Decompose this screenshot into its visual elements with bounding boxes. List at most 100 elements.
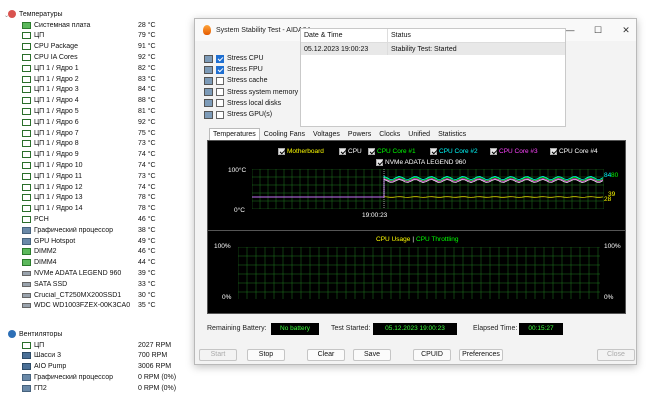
sensor-row[interactable]: ЦП 1 / Ядро 5 81 °C xyxy=(22,106,196,116)
sensor-row[interactable]: ЦП 1 / Ядро 3 84 °C xyxy=(22,85,196,95)
stress-option[interactable]: Stress cache xyxy=(204,75,267,86)
stability-test-window: System Stability Test - AIDA64 — ☐ ✕ Str… xyxy=(194,18,637,365)
sensor-row[interactable]: ГП2 0 RPM (0%) xyxy=(22,383,196,393)
tab-unified[interactable]: Unified xyxy=(404,128,434,140)
legend-checkbox[interactable] xyxy=(550,148,557,155)
sensor-row[interactable]: DIMM2 46 °C xyxy=(22,247,196,257)
tab-voltages[interactable]: Voltages xyxy=(309,128,344,140)
sensor-row[interactable]: ЦП 1 / Ядро 4 88 °C xyxy=(22,96,196,106)
legend-checkbox[interactable] xyxy=(430,148,437,155)
stress-checkbox[interactable] xyxy=(216,65,224,74)
sensor-row[interactable]: GPU Hotspot 49 °C xyxy=(22,236,196,246)
sensor-row[interactable]: ЦП 1 / Ядро 6 92 °C xyxy=(22,117,196,127)
legend-checkbox[interactable] xyxy=(368,148,375,155)
stress-option[interactable]: Stress CPU xyxy=(204,53,264,64)
col-status[interactable]: Status xyxy=(388,29,411,42)
temperature-trace xyxy=(252,179,604,198)
tab-temperatures[interactable]: Temperatures xyxy=(209,128,260,140)
sensor-row[interactable]: Шасси 3 700 RPM xyxy=(22,351,196,361)
sensor-panel: ⌄ Температуры Системная плата 28 °C ЦП 79 °… xyxy=(0,0,196,401)
sensor-row[interactable]: SATA SSD 33 °C xyxy=(22,279,196,289)
legend-item[interactable]: CPU Core #3 xyxy=(490,148,538,155)
stress-option[interactable]: Stress local disks xyxy=(204,98,281,109)
sensor-row[interactable]: DIMM4 44 °C xyxy=(22,258,196,268)
sensor-row[interactable]: ЦП 1 / Ядро 12 74 °C xyxy=(22,182,196,192)
stop-button[interactable]: Stop xyxy=(247,349,285,361)
legend-separator: | xyxy=(412,236,415,243)
sensor-name: ЦП 1 / Ядро 11 xyxy=(34,172,83,180)
legend-checkbox[interactable] xyxy=(376,159,383,166)
stress-option[interactable]: Stress GPU(s) xyxy=(204,109,272,120)
close-button[interactable]: Close xyxy=(597,349,635,361)
sensor-row[interactable]: Графический процессор 0 RPM (0%) xyxy=(22,372,196,382)
stress-checkbox[interactable] xyxy=(216,110,224,119)
legend-checkbox[interactable] xyxy=(339,148,346,155)
sensor-name: CPU Package xyxy=(34,43,78,51)
tab-powers[interactable]: Powers xyxy=(344,128,375,140)
legend-checkbox[interactable] xyxy=(278,148,285,155)
legend-item[interactable]: CPU Core #1 xyxy=(368,148,416,155)
fans-section[interactable]: Вентиляторы xyxy=(8,330,62,338)
legend-checkbox[interactable] xyxy=(490,148,497,155)
sensor-name: NVMe ADATA LEGEND 960 xyxy=(34,269,122,277)
stress-option[interactable]: Stress FPU xyxy=(204,64,263,75)
usage-legend: CPU Usage | CPU Throttling xyxy=(376,236,459,243)
stress-option[interactable]: Stress system memory xyxy=(204,87,298,98)
sensor-row[interactable]: PCH 46 °C xyxy=(22,214,196,224)
stress-checkbox[interactable] xyxy=(216,88,224,97)
legend-item[interactable]: Motherboard xyxy=(278,148,324,155)
sensor-value: 38 °C xyxy=(138,226,156,234)
stress-checkbox[interactable] xyxy=(216,54,224,63)
sensor-row[interactable]: ЦП 2027 RPM xyxy=(22,340,196,350)
right-value-2: 80 xyxy=(611,172,619,179)
sensor-row[interactable]: ЦП 1 / Ядро 13 78 °C xyxy=(22,193,196,203)
legend-item[interactable]: CPU xyxy=(339,148,362,155)
sensor-row[interactable]: ЦП 1 / Ядро 9 74 °C xyxy=(22,150,196,160)
tab-statistics[interactable]: Statistics xyxy=(434,128,470,140)
sensor-row[interactable]: ЦП 79 °C xyxy=(22,31,196,41)
sensor-row[interactable]: Crucial_CT250MX200SSD1 30 °C xyxy=(22,290,196,300)
sensor-name: WDC WD1003FZEX-00K3CA0 xyxy=(34,302,131,310)
temperatures-section[interactable]: Температуры xyxy=(8,10,63,18)
legend-item[interactable]: NVMe ADATA LEGEND 960 xyxy=(376,159,466,166)
test-started-value: 05.12.2023 19:00:23 xyxy=(373,323,457,335)
fan-icon xyxy=(22,352,31,360)
usage-y-top-right: 100% xyxy=(604,243,621,250)
sensor-row[interactable]: ЦП 1 / Ядро 2 83 °C xyxy=(22,74,196,84)
sensor-row[interactable]: ЦП 1 / Ядро 14 78 °C xyxy=(22,204,196,214)
clear-button[interactable]: Clear xyxy=(307,349,345,361)
sensor-row[interactable]: ЦП 1 / Ядро 10 74 °C xyxy=(22,160,196,170)
stress-checkbox[interactable] xyxy=(216,76,224,85)
legend-label: CPU Core #4 xyxy=(559,148,598,155)
legend-item[interactable]: CPU Core #2 xyxy=(430,148,478,155)
close-window-button[interactable]: ✕ xyxy=(619,23,633,37)
sensor-row[interactable]: ЦП 1 / Ядро 7 75 °C xyxy=(22,128,196,138)
preferences-button[interactable]: Preferences xyxy=(459,349,503,361)
stress-checkbox[interactable] xyxy=(216,99,224,108)
table-row[interactable]: 05.12.2023 19:00:23 Stability Test: Star… xyxy=(301,43,565,55)
cpuid-button[interactable]: CPUID xyxy=(413,349,451,361)
sensor-row[interactable]: CPU Package 91 °C xyxy=(22,42,196,52)
sensor-row[interactable]: NVMe ADATA LEGEND 960 39 °C xyxy=(22,268,196,278)
usage-y-bottom-right: 0% xyxy=(604,294,614,301)
maximize-button[interactable]: ☐ xyxy=(591,23,605,37)
sensor-row[interactable]: AIO Pump 3006 RPM xyxy=(22,362,196,372)
chip-icon xyxy=(22,215,31,223)
tab-cooling-fans[interactable]: Cooling Fans xyxy=(260,128,309,140)
elapsed-time-label: Elapsed Time: xyxy=(473,325,518,332)
sensor-row[interactable]: ЦП 1 / Ядро 8 73 °C xyxy=(22,139,196,149)
legend-label: CPU Core #2 xyxy=(439,148,478,155)
sensor-row[interactable]: Графический процессор 38 °C xyxy=(22,225,196,235)
legend-item[interactable]: CPU Core #4 xyxy=(550,148,598,155)
battery-label: Remaining Battery: xyxy=(207,325,267,332)
sensor-row[interactable]: WDC WD1003FZEX-00K3CA0 35 °C xyxy=(22,301,196,311)
sensor-row[interactable]: ЦП 1 / Ядро 11 73 °C xyxy=(22,171,196,181)
sensor-row[interactable]: Системная плата 28 °C xyxy=(22,20,196,30)
save-button[interactable]: Save xyxy=(353,349,391,361)
start-button[interactable]: Start xyxy=(199,349,237,361)
tab-clocks[interactable]: Clocks xyxy=(375,128,404,140)
sensor-row[interactable]: ЦП 1 / Ядро 1 82 °C xyxy=(22,63,196,73)
col-date-time[interactable]: Date & Time xyxy=(301,29,388,42)
chip-icon xyxy=(22,118,31,126)
sensor-row[interactable]: CPU IA Cores 92 °C xyxy=(22,52,196,62)
